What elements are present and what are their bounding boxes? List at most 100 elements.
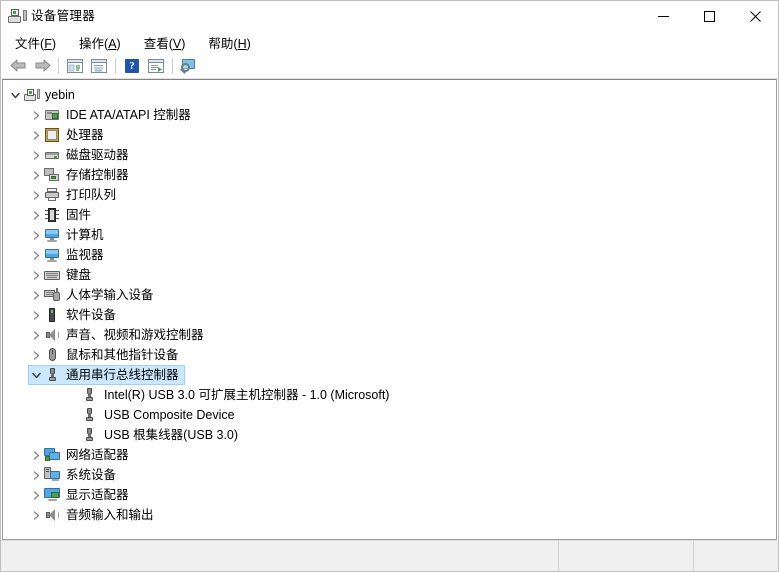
tree-item[interactable]: yebin (3, 85, 776, 105)
minimize-button[interactable] (640, 1, 686, 31)
tree-item[interactable]: 打印队列 (3, 185, 776, 205)
usb-icon (81, 407, 97, 423)
tree-item[interactable]: 鼠标和其他指针设备 (3, 345, 776, 365)
chevron-right-icon[interactable] (28, 325, 44, 345)
chevron-right-icon[interactable] (28, 145, 44, 165)
chevron-right-icon[interactable] (28, 165, 44, 185)
toolbar: ? (1, 53, 778, 79)
menu-view[interactable]: 查看(V) (138, 31, 197, 54)
chevron-right-icon[interactable] (28, 265, 44, 285)
menu-action-label: 操作 (79, 37, 104, 51)
chevron-down-icon[interactable] (28, 365, 44, 385)
chevron-right-icon[interactable] (28, 465, 44, 485)
chevron-right-icon[interactable] (28, 285, 44, 305)
device-tree: yebinIDE ATA/ATAPI 控制器处理器磁盘驱动器存储控制器打印队列固… (3, 80, 776, 525)
minimize-icon (658, 11, 669, 22)
chevron-right-icon[interactable] (28, 185, 44, 205)
tree-item[interactable]: 存储控制器 (3, 165, 776, 185)
tree-item[interactable]: 处理器 (3, 125, 776, 145)
tree-item[interactable]: 软件设备 (3, 305, 776, 325)
window-controls (640, 1, 778, 31)
close-button[interactable] (732, 1, 778, 31)
computer-icon (23, 87, 39, 103)
menu-view-accel: V (173, 37, 181, 51)
tree-item[interactable]: IDE ATA/ATAPI 控制器 (3, 105, 776, 125)
chevron-right-icon[interactable] (28, 305, 44, 325)
chevron-right-icon[interactable] (28, 505, 44, 525)
usb-icon (44, 367, 60, 383)
chevron-right-icon[interactable] (28, 345, 44, 365)
tree-item[interactable]: 人体学输入设备 (3, 285, 776, 305)
tree-item[interactable]: USB 根集线器(USB 3.0) (3, 425, 776, 445)
disk-drive-icon (44, 147, 60, 163)
titlebar: 设备管理器 (1, 1, 778, 31)
firmware-icon (44, 207, 60, 223)
chevron-down-icon[interactable] (7, 85, 23, 105)
chevron-right-icon[interactable] (28, 105, 44, 125)
tree-item[interactable]: 固件 (3, 205, 776, 225)
tree-item-label: Intel(R) USB 3.0 可扩展主机控制器 - 1.0 (Microso… (104, 385, 389, 405)
back-button[interactable] (6, 54, 30, 77)
menubar: 文件(F) 操作(A) 查看(V) 帮助(H) (1, 31, 778, 53)
toolbar-separator (58, 58, 59, 74)
tree-item-label: 固件 (66, 205, 91, 225)
usb-icon (81, 427, 97, 443)
menu-file-accel: F (44, 37, 52, 51)
help-button[interactable]: ? (120, 54, 144, 77)
speaker-icon (44, 327, 60, 343)
menu-help[interactable]: 帮助(H) (202, 31, 261, 54)
tree-item-label: 软件设备 (66, 305, 116, 325)
menu-help-label: 帮助 (208, 37, 233, 51)
tree-item[interactable]: 显示适配器 (3, 485, 776, 505)
chevron-right-icon[interactable] (28, 225, 44, 245)
tree-item-label: 键盘 (66, 265, 91, 285)
tree-item-label: 打印队列 (66, 185, 116, 205)
update-driver-icon (148, 59, 164, 73)
tree-item[interactable]: 网络适配器 (3, 445, 776, 465)
menu-view-label: 查看 (144, 37, 169, 51)
properties-button[interactable] (87, 54, 111, 77)
tree-item[interactable]: 磁盘驱动器 (3, 145, 776, 165)
chevron-right-icon[interactable] (28, 205, 44, 225)
menu-file[interactable]: 文件(F) (9, 31, 67, 54)
forward-button[interactable] (30, 54, 54, 77)
chevron-right-icon[interactable] (28, 125, 44, 145)
window-title: 设备管理器 (31, 1, 95, 31)
forward-arrow-icon (34, 59, 51, 72)
tree-item[interactable]: 音频输入和输出 (3, 505, 776, 525)
mouse-icon (44, 347, 60, 363)
tree-item[interactable]: 键盘 (3, 265, 776, 285)
tree-item-label: 监视器 (66, 245, 104, 265)
toolbar-separator (115, 58, 116, 74)
menu-action[interactable]: 操作(A) (73, 31, 132, 54)
tree-item[interactable]: USB Composite Device (3, 405, 776, 425)
tree-item-label: yebin (45, 85, 75, 105)
tree-item[interactable]: 声音、视频和游戏控制器 (3, 325, 776, 345)
tree-item-label: 存储控制器 (66, 165, 129, 185)
back-arrow-icon (10, 59, 27, 72)
tree-panel-icon (67, 59, 83, 73)
tree-item[interactable]: 计算机 (3, 225, 776, 245)
chevron-right-icon[interactable] (28, 445, 44, 465)
status-pane-2 (559, 541, 694, 571)
menu-action-accel: A (108, 37, 116, 51)
tree-indent-spacer (65, 385, 81, 405)
tree-item[interactable]: Intel(R) USB 3.0 可扩展主机控制器 - 1.0 (Microso… (3, 385, 776, 405)
system-device-icon (44, 467, 60, 483)
chevron-right-icon[interactable] (28, 485, 44, 505)
chevron-right-icon[interactable] (28, 245, 44, 265)
tree-item-label: 音频输入和输出 (66, 505, 154, 525)
tree-item-label: 通用串行总线控制器 (66, 365, 179, 385)
scan-hardware-button[interactable] (177, 54, 201, 77)
printer-icon (44, 187, 60, 203)
tree-item-label: USB Composite Device (104, 405, 235, 425)
display-adapter-icon (44, 487, 60, 503)
device-manager-window: 设备管理器 文件(F) 操作(A) 查看(V) 帮助(H) (0, 0, 779, 572)
show-hide-tree-button[interactable] (63, 54, 87, 77)
maximize-button[interactable] (686, 1, 732, 31)
tree-item[interactable]: 系统设备 (3, 465, 776, 485)
tree-item[interactable]: 监视器 (3, 245, 776, 265)
tree-item[interactable]: 通用串行总线控制器 (3, 365, 776, 385)
update-driver-button[interactable] (144, 54, 168, 77)
device-tree-panel[interactable]: yebinIDE ATA/ATAPI 控制器处理器磁盘驱动器存储控制器打印队列固… (2, 79, 777, 540)
